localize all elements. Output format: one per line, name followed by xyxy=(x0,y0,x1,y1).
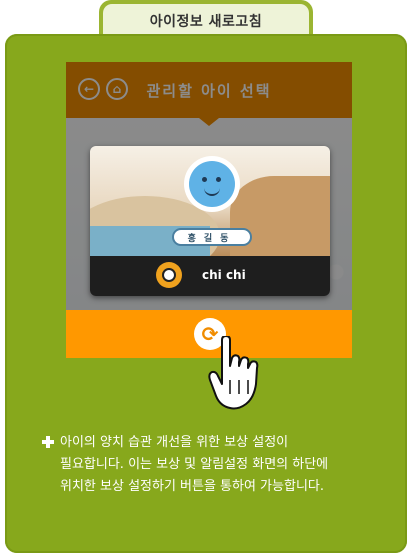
section-title: 아이정보 새로고침 xyxy=(149,14,263,30)
card-footer: chi chi xyxy=(90,256,330,296)
pointing-hand-icon xyxy=(208,336,259,410)
avatar xyxy=(184,156,240,212)
mouth xyxy=(204,188,220,196)
description: 아이의 양치 습관 개선을 위한 보상 설정이 필요합니다. 이는 보상 및 알… xyxy=(42,432,382,498)
name-tag: 홍길동 xyxy=(172,228,252,246)
card-illustration: 홍길동 xyxy=(90,146,330,276)
eye xyxy=(216,177,221,182)
section-tab: 아이정보 새로고침 xyxy=(99,0,313,38)
avatar-face-icon xyxy=(189,161,235,207)
description-line: 위치한 보상 설정하기 버튼을 통하여 가능합니다. xyxy=(60,479,324,494)
eye xyxy=(202,177,207,182)
rock-shape xyxy=(230,176,330,266)
section-tab-inner: 아이정보 새로고침 xyxy=(103,4,309,38)
child-card[interactable]: 홍길동 chi chi xyxy=(90,146,330,296)
child-display-name: chi chi xyxy=(202,268,246,282)
character-icon xyxy=(156,262,182,288)
description-line: 필요합니다. 이는 보상 및 알림설정 화면의 하단에 xyxy=(60,457,329,472)
description-line: 아이의 양치 습관 개선을 위한 보상 설정이 xyxy=(60,435,289,450)
